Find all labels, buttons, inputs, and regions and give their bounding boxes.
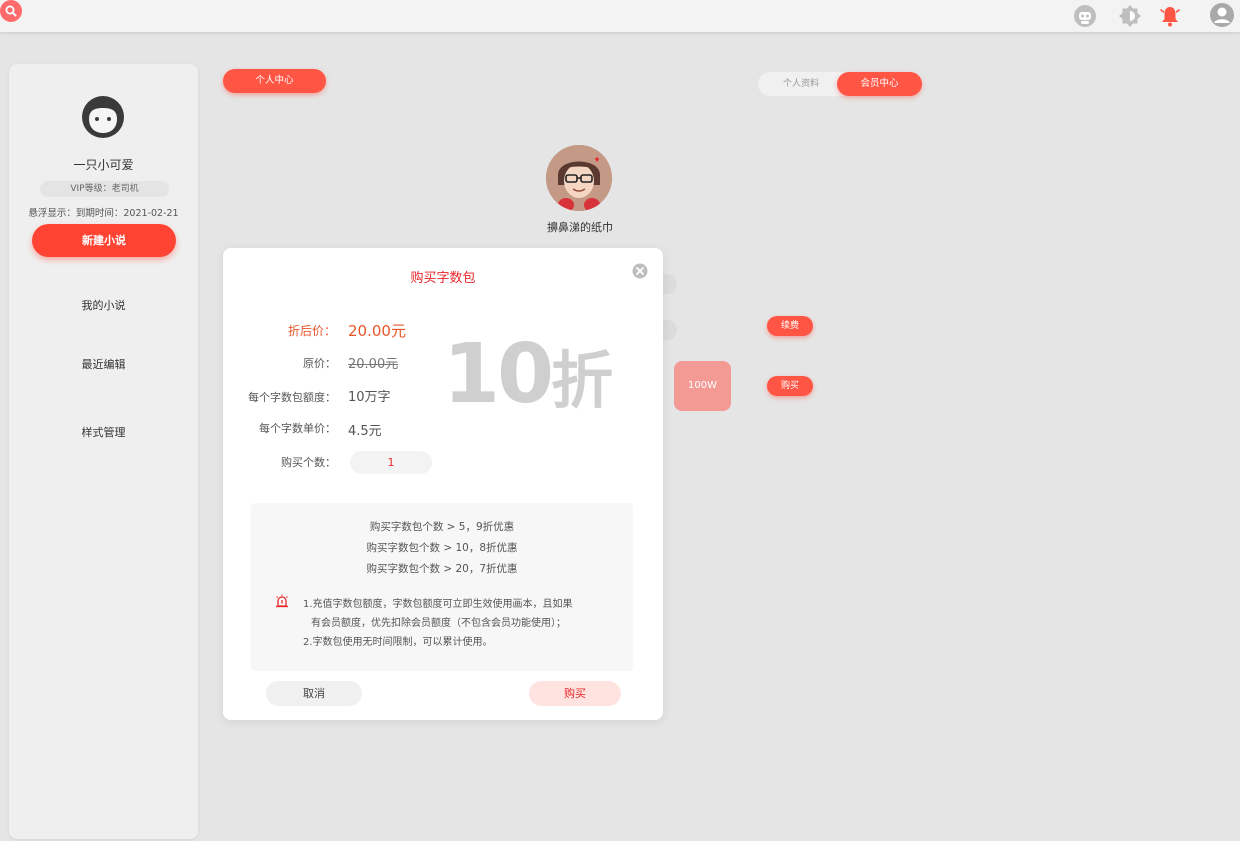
quantity-label: 购买个数： — [281, 456, 336, 469]
discount-watermark: 10折 — [443, 334, 613, 416]
theme-icon[interactable] — [1118, 4, 1142, 28]
alarm-icon — [275, 593, 289, 608]
sidebar: 一只小可爱 VIP等级：老司机 悬浮显示：到期时间：2021-02-21 新建小… — [9, 64, 198, 839]
close-icon[interactable] — [632, 263, 648, 279]
buy-button[interactable]: 购买 — [529, 681, 621, 706]
unit-price-label: 每个字数单价： — [259, 422, 336, 435]
search-icon[interactable] — [0, 0, 22, 22]
renew-button[interactable]: 续费 — [767, 316, 813, 336]
background-list-edge — [663, 320, 677, 340]
discount-price-value: 20.00元 — [348, 322, 406, 340]
package-quota-label: 每个字数包额度： — [248, 391, 336, 404]
discount-rule: 购买字数包个数 > 5，9折优惠 — [369, 521, 515, 533]
discount-number: 10 — [443, 327, 554, 422]
note-line: 有会员额度，优先扣除会员额度（不包含会员功能使用）； — [311, 618, 566, 629]
new-novel-button[interactable]: 新建小说 — [32, 224, 176, 257]
profile-avatar — [546, 145, 612, 211]
word-package-tile[interactable]: 100W — [674, 361, 731, 411]
unit-price-value: 4.5元 — [348, 424, 382, 439]
sidebar-item-recent-edits[interactable]: 最近编辑 — [9, 356, 198, 372]
sidebar-item-my-novels[interactable]: 我的小说 — [9, 297, 198, 313]
bell-icon[interactable] — [1158, 4, 1182, 28]
package-quota-value: 10万字 — [348, 390, 391, 405]
personal-center-button[interactable]: 个人中心 — [223, 69, 326, 93]
discount-price-label: 折后价： — [287, 324, 336, 338]
original-price-label: 原价： — [303, 357, 336, 370]
buy-package-button[interactable]: 购买 — [767, 376, 813, 396]
robot-icon[interactable] — [1073, 4, 1097, 28]
quantity-input[interactable]: 1 — [350, 451, 432, 474]
avatar-face-icon — [81, 95, 125, 139]
original-price-value: 20.00元 — [348, 357, 399, 372]
note-line: 1.充值字数包额度，字数包额度可立即生效使用画本，且如果 — [303, 599, 573, 610]
tab-member-center[interactable]: 会员中心 — [837, 72, 922, 96]
profile-name: 擤鼻涕的纸巾 — [547, 221, 613, 234]
vip-level-badge: VIP等级：老司机 — [40, 181, 169, 197]
expire-date: 悬浮显示：到期时间：2021-02-21 — [28, 208, 179, 219]
dialog-title: 购买字数包 — [410, 271, 476, 286]
background-list-edge — [663, 274, 677, 294]
note-line: 2.字数包使用无时间限制，可以累计使用。 — [303, 637, 493, 648]
discount-unit: 折 — [551, 344, 614, 417]
tab-switcher: 个人资料 会员中心 — [758, 72, 922, 96]
discount-info-box: 购买字数包个数 > 5，9折优惠 购买字数包个数 > 10，8折优惠 购买字数包… — [251, 503, 633, 671]
sidebar-item-style-management[interactable]: 样式管理 — [9, 424, 198, 440]
tab-profile[interactable]: 个人资料 — [758, 72, 844, 96]
discount-rule: 购买字数包个数 > 20，7折优惠 — [366, 563, 518, 575]
cancel-button[interactable]: 取消 — [266, 681, 362, 706]
top-bar — [0, 0, 1240, 32]
user-icon[interactable] — [1209, 2, 1235, 28]
username: 一只小可爱 — [73, 158, 134, 172]
purchase-word-package-dialog: 购买字数包 10折 折后价： 20.00元 原价： 20.00元 每个字数包额度… — [223, 248, 663, 720]
discount-rule: 购买字数包个数 > 10，8折优惠 — [366, 542, 518, 554]
